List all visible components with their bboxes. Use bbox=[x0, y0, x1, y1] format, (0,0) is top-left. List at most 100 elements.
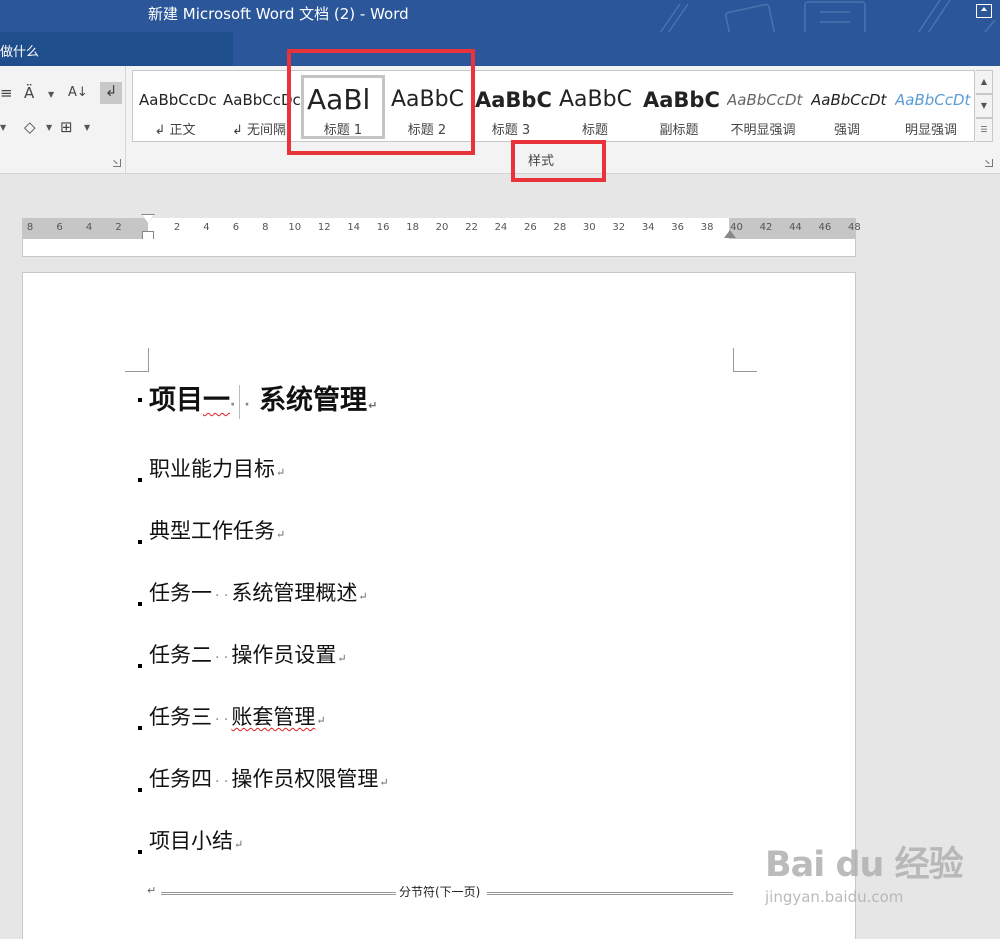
crop-mark-top-left bbox=[125, 348, 149, 372]
ruler-tick-label: 8 bbox=[26, 222, 34, 233]
space-dots: · · bbox=[215, 650, 229, 666]
paragraph-text-2: 账套管理 bbox=[231, 705, 316, 729]
ruler-tick-label: 6 bbox=[232, 222, 240, 233]
body-paragraph[interactable]: 典型工作任务↵ bbox=[138, 516, 286, 550]
paragraph-text-2: 操作员权限管理 bbox=[231, 767, 379, 791]
paragraph-handle bbox=[138, 726, 142, 730]
baidu-watermark: Bai du 经验 jingyan.baidu.com bbox=[765, 830, 985, 920]
spelling-squiggle: 一 bbox=[203, 385, 230, 416]
section-break-label: 分节符(下一页) bbox=[398, 884, 482, 900]
style-preview: AaBbCcDt bbox=[811, 91, 887, 109]
paragraph-text: 任务二 bbox=[149, 643, 212, 667]
style-intense-emphasis[interactable]: AaBbCcDt 明显强调 bbox=[889, 75, 973, 139]
style-label: ↲ 正文 bbox=[154, 123, 196, 138]
paragraph-mark-icon: ↵ bbox=[337, 652, 347, 665]
sort-icon[interactable]: A↓ bbox=[68, 84, 88, 102]
ribbon-display-options-icon[interactable] bbox=[976, 4, 992, 18]
styles-gallery-scroll: ▲ ▼ ☰ bbox=[976, 70, 993, 142]
style-label: 标题 bbox=[581, 123, 608, 138]
style-emphasis[interactable]: AaBbCcDt 强调 bbox=[805, 75, 889, 139]
chevron-down-icon[interactable]: ▼ bbox=[0, 123, 6, 132]
ruler-tick-label: 44 bbox=[789, 222, 802, 233]
list-icon[interactable]: ≡ bbox=[0, 84, 13, 102]
heading-paragraph[interactable]: 项目一· · 系统管理↵ bbox=[138, 381, 377, 426]
title-bar: 新建 Microsoft Word 文档 (2) - Word bbox=[0, 0, 1000, 63]
highlight-box-styles-label bbox=[511, 140, 606, 182]
ruler-tick-label: 36 bbox=[671, 222, 684, 233]
space-dot: · bbox=[244, 397, 250, 413]
body-paragraph[interactable]: 任务四 · · 操作员权限管理↵ bbox=[138, 764, 389, 798]
paragraph-handle bbox=[138, 602, 142, 606]
ruler-tick-label: 28 bbox=[553, 222, 567, 233]
right-indent-marker[interactable] bbox=[724, 230, 736, 238]
body-paragraph[interactable]: 项目小结↵ bbox=[138, 826, 243, 860]
section-break: ↵ 分节符(下一页) bbox=[147, 884, 733, 900]
ruler-tick-label: 38 bbox=[700, 222, 714, 233]
chevron-down-icon[interactable]: ▼ bbox=[48, 90, 54, 99]
style-normal[interactable]: AaBbCcDc ↲ 正文 bbox=[133, 75, 217, 139]
scroll-down-icon[interactable]: ▼ bbox=[976, 94, 993, 118]
style-subtle-emphasis[interactable]: AaBbCcDt 不明显强调 bbox=[721, 75, 805, 139]
style-subtitle[interactable]: AaBbC 副标题 bbox=[637, 75, 721, 139]
text-cursor bbox=[239, 384, 241, 419]
body-paragraph[interactable]: 任务二 · · 操作员设置↵ bbox=[138, 640, 347, 674]
body-paragraph[interactable]: 任务一 · · 系统管理概述↵ bbox=[138, 578, 368, 612]
shading-icon[interactable]: ◇ bbox=[24, 118, 36, 136]
space-dots: · · bbox=[215, 712, 229, 728]
tell-me-label: 做什么 bbox=[0, 45, 40, 60]
body-paragraph[interactable]: 任务三 · · 账套管理↵ bbox=[138, 702, 326, 736]
previous-page-bottom bbox=[22, 239, 856, 257]
chevron-down-icon[interactable]: ▼ bbox=[84, 123, 90, 132]
paragraph-text: 任务四 bbox=[149, 767, 212, 791]
style-preview: AaBbC bbox=[643, 88, 720, 112]
ribbon-tab-row: 做什么 bbox=[0, 32, 1000, 66]
style-label: 不明显强调 bbox=[730, 123, 796, 138]
horizontal-ruler[interactable]: 8 6 4 2 2 4 6 8 10 12 14 16 18 20 22 24 26 28 30 32 34 36 38 40… bbox=[22, 214, 861, 245]
watermark-main: Bai du 经验 bbox=[765, 845, 964, 885]
ruler-tick-label: 4 bbox=[85, 222, 93, 233]
paragraph-text-2: 操作员设置 bbox=[231, 643, 337, 667]
style-title[interactable]: AaBbC 标题 bbox=[553, 75, 637, 139]
paragraph-dialog-launcher-icon[interactable] bbox=[113, 159, 121, 167]
gallery-more-icon[interactable]: ☰ bbox=[976, 118, 993, 142]
paragraph-text: 项目小结 bbox=[149, 829, 233, 853]
styles-gallery: AaBbCcDc ↲ 正文 AaBbCcDc ↲ 无间隔 AaBl 标题 1 A… bbox=[132, 70, 975, 142]
paragraph-text-2: 系统管理概述 bbox=[231, 581, 358, 605]
style-heading-3[interactable]: AaBbC 标题 3 bbox=[469, 75, 553, 139]
paragraph-text: 任务一 bbox=[149, 581, 212, 605]
body-paragraph[interactable]: 职业能力目标↵ bbox=[138, 454, 286, 488]
ruler-tick-label: 22 bbox=[465, 222, 478, 233]
style-preview: AaBbC bbox=[559, 87, 632, 112]
ruler-tick-label: 18 bbox=[406, 222, 419, 233]
paragraph-mark-icon: ↵ bbox=[276, 528, 286, 541]
heading-part1: 项目一 bbox=[149, 385, 230, 416]
ruler-tick-label: 42 bbox=[759, 222, 773, 233]
ruler-tick-label: 26 bbox=[524, 222, 537, 233]
paragraph-mark-icon: ↵ bbox=[276, 466, 286, 479]
section-break-line-right bbox=[487, 892, 733, 895]
style-preview: AaBbC bbox=[475, 88, 552, 112]
style-label: 强调 bbox=[833, 123, 860, 138]
text-direction-icon[interactable]: Ä bbox=[24, 84, 34, 102]
ruler-tick-label: 6 bbox=[56, 222, 63, 233]
ruler-tick-label: 4 bbox=[203, 222, 210, 233]
scroll-up-icon[interactable]: ▲ bbox=[976, 70, 993, 94]
paragraph-handle bbox=[138, 850, 142, 854]
ruler-tick-label: 24 bbox=[494, 222, 508, 233]
style-preview: AaBbCcDt bbox=[895, 91, 971, 109]
paragraph-handle bbox=[138, 478, 142, 482]
chevron-down-icon[interactable]: ▼ bbox=[46, 123, 52, 132]
borders-icon[interactable]: ⊞ bbox=[60, 118, 73, 136]
paragraph-group: ≡ Ä ▼ A↓ ↲ ▼ ◇ ▼ ⊞ ▼ bbox=[0, 66, 126, 174]
paragraph-handle bbox=[138, 664, 142, 668]
heading-part2: 系统管理 bbox=[259, 385, 368, 416]
first-line-indent-fill bbox=[142, 215, 154, 223]
style-label: 副标题 bbox=[659, 123, 699, 138]
document-page[interactable]: 项目一· · 系统管理↵ 职业能力目标↵ 典型工作任务↵ 任务一 · · 系统管理概述↵ 任… bbox=[22, 272, 856, 939]
styles-dialog-launcher-icon[interactable] bbox=[985, 159, 993, 167]
highlight-box-heading-styles bbox=[287, 49, 475, 155]
style-label: 标题 3 bbox=[491, 123, 531, 138]
paragraph-mark-icon[interactable]: ↲ bbox=[100, 82, 122, 104]
ruler-tick-label: 20 bbox=[435, 222, 449, 233]
tell-me-box[interactable]: 做什么 bbox=[0, 32, 233, 66]
